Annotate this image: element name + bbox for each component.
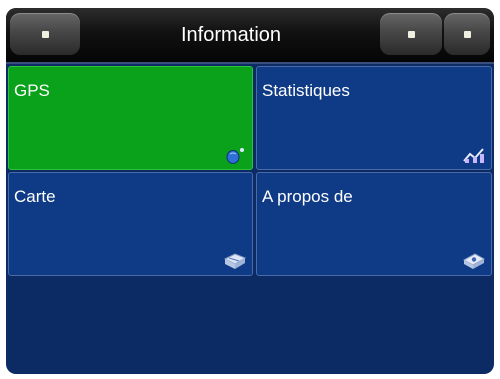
- app-window: Information GPS Statistiques Carte A pro…: [6, 8, 494, 374]
- tile-gps[interactable]: GPS: [8, 66, 253, 170]
- previous-page-button[interactable]: [380, 13, 442, 55]
- page-up-icon: [408, 31, 415, 38]
- tile-label: Carte: [14, 187, 56, 206]
- next-page-button[interactable]: [444, 13, 490, 55]
- tile-carte[interactable]: Carte: [8, 172, 253, 276]
- title-bar: Information: [6, 8, 494, 64]
- back-icon: [42, 31, 49, 38]
- satellite-icon: [226, 148, 244, 164]
- info-card-icon: [462, 253, 486, 269]
- tile-a-propos[interactable]: A propos de: [256, 172, 492, 276]
- map-icon: [223, 253, 247, 269]
- page-down-icon: [464, 31, 471, 38]
- tile-label: Statistiques: [262, 81, 350, 100]
- tile-statistiques[interactable]: Statistiques: [256, 66, 492, 170]
- back-button[interactable]: [10, 13, 80, 55]
- page-title: Information: [180, 24, 282, 46]
- tile-label: A propos de: [262, 187, 353, 206]
- tile-label: GPS: [14, 81, 50, 100]
- chart-icon: [463, 148, 484, 163]
